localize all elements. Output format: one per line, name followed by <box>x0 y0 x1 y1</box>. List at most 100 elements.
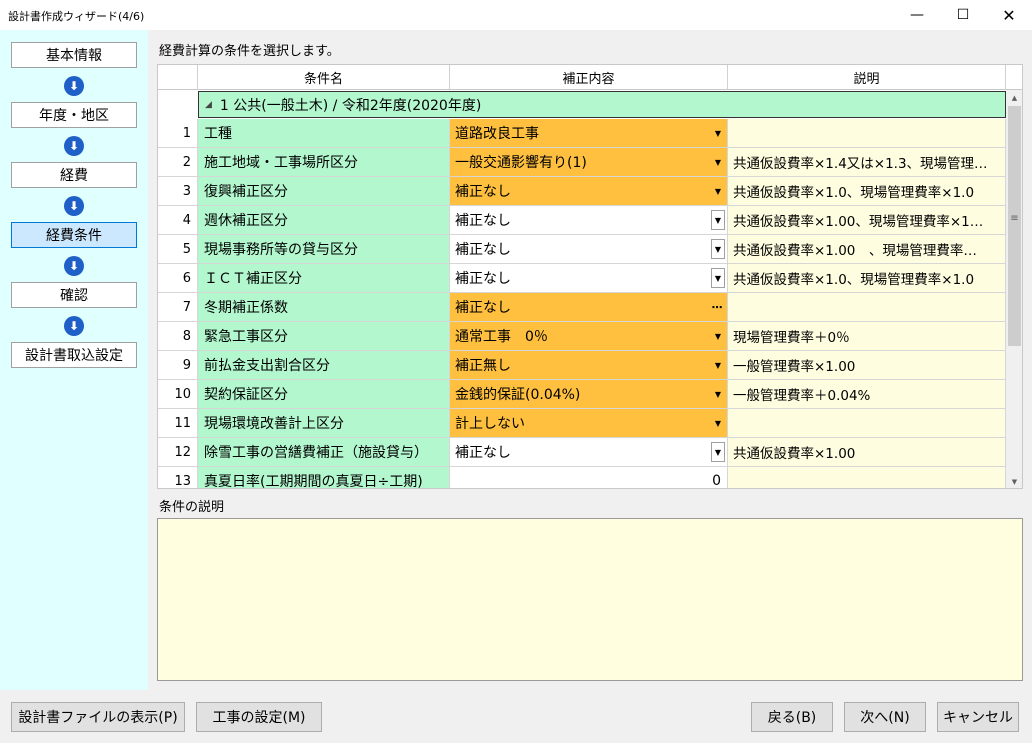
table-row[interactable]: 5 現場事務所等の貸与区分 補正なし ▼ 共通仮設費率×1.00 、現場管理費率… <box>158 235 1006 264</box>
correction-value-cell[interactable]: 通常工事 0％ ▼ <box>450 322 728 351</box>
condition-name-cell: 施工地域・工事場所区分 <box>198 148 450 177</box>
correction-value-cell[interactable]: 補正なし ▼ <box>450 206 728 235</box>
correction-value-cell[interactable]: 補正なし ▼ <box>450 177 728 206</box>
table-row[interactable]: 3 復興補正区分 補正なし ▼ 共通仮設費率×1.0、現場管理費率×1.0 <box>158 177 1006 206</box>
wizard-steps-panel: 基本情報 ⬇ 年度・地区 ⬇ 経費 ⬇ 経費条件 ⬇ 確認 ⬇ 設計書取込設定 <box>0 30 148 690</box>
header-description[interactable]: 説明 <box>728 65 1006 90</box>
correction-value-text: 金銭的保証(0.04%) <box>455 387 581 403</box>
correction-value-text: 一般交通影響有り(1) <box>455 155 587 171</box>
work-settings-button[interactable]: 工事の設定(M) <box>196 702 322 732</box>
dropdown-arrow-icon[interactable]: ▼ <box>711 181 725 201</box>
grip-icon: ≡ <box>1010 213 1019 224</box>
table-row[interactable]: 7 冬期補正係数 補正なし ⋯ <box>158 293 1006 322</box>
description-cell <box>728 119 1006 148</box>
correction-value-text: 補正なし <box>455 445 511 461</box>
description-cell: 共通仮設費率×1.00、現場管理費率×1… <box>728 206 1006 235</box>
arrow-down-icon: ⬇ <box>64 76 84 96</box>
condition-name-cell: 現場環境改善計上区分 <box>198 409 450 438</box>
table-row[interactable]: 4 週休補正区分 補正なし ▼ 共通仮設費率×1.00、現場管理費率×1… <box>158 206 1006 235</box>
dropdown-arrow-icon[interactable]: ▼ <box>711 152 725 172</box>
row-number: 12 <box>158 438 198 467</box>
description-cell: 共通仮設費率×1.00 <box>728 438 1006 467</box>
table-row[interactable]: 10 契約保証区分 金銭的保証(0.04%) ▼ 一般管理費率＋0.04% <box>158 380 1006 409</box>
dropdown-arrow-icon[interactable]: ▼ <box>711 123 725 143</box>
correction-value-cell[interactable]: 道路改良工事 ▼ <box>450 119 728 148</box>
correction-value-text: 通常工事 0％ <box>455 329 548 345</box>
dropdown-arrow-icon[interactable]: ▼ <box>711 413 725 433</box>
row-number: 10 <box>158 380 198 409</box>
description-cell: 共通仮設費率×1.00 、現場管理費率… <box>728 235 1006 264</box>
condition-name-cell: 緊急工事区分 <box>198 322 450 351</box>
step-expense-conditions[interactable]: 経費条件 <box>11 222 137 248</box>
condition-name-cell: 除雪工事の営繕費補正（施設貸与） <box>198 438 450 467</box>
row-number: 2 <box>158 148 198 177</box>
arrow-down-icon: ⬇ <box>64 196 84 216</box>
correction-value-text: 補正なし <box>455 184 511 200</box>
dropdown-arrow-icon[interactable]: ▼ <box>711 239 725 259</box>
correction-value-text: 補正なし <box>455 300 511 316</box>
group-label: 1 公共(一般土木) / 令和2年度(2020年度) <box>219 97 482 114</box>
header-correction[interactable]: 補正内容 <box>450 65 728 90</box>
table-row[interactable]: 8 緊急工事区分 通常工事 0％ ▼ 現場管理費率＋0％ <box>158 322 1006 351</box>
conditions-grid: 条件名 補正内容 説明 ◢ 1 公共(一般土木) / 令和2年度(2020年度)… <box>157 64 1023 489</box>
next-button[interactable]: 次へ(N) <box>844 702 926 732</box>
minimize-button[interactable]: — <box>894 0 940 30</box>
dropdown-arrow-icon[interactable]: ▼ <box>711 355 725 375</box>
correction-value-cell[interactable]: 0 <box>450 467 728 488</box>
description-cell: 共通仮設費率×1.0、現場管理費率×1.0 <box>728 177 1006 206</box>
correction-value-cell[interactable]: 補正なし ▼ <box>450 438 728 467</box>
row-number: 6 <box>158 264 198 293</box>
correction-value-cell[interactable]: 補正なし ▼ <box>450 264 728 293</box>
dropdown-arrow-icon[interactable]: ▼ <box>711 268 725 288</box>
table-row[interactable]: 9 前払金支出割合区分 補正無し ▼ 一般管理費率×1.00 <box>158 351 1006 380</box>
correction-value-cell[interactable]: 補正なし ⋯ <box>450 293 728 322</box>
description-cell: 現場管理費率＋0％ <box>728 322 1006 351</box>
header-row-number <box>158 65 198 90</box>
scroll-thumb[interactable] <box>1008 106 1021 346</box>
step-expenses[interactable]: 経費 <box>11 162 137 188</box>
step-basic-info[interactable]: 基本情報 <box>11 42 137 68</box>
show-file-button[interactable]: 設計書ファイルの表示(P) <box>11 702 185 732</box>
table-row[interactable]: 1 工種 道路改良工事 ▼ <box>158 119 1006 148</box>
cancel-button[interactable]: キャンセル <box>937 702 1019 732</box>
dropdown-arrow-icon[interactable]: ▼ <box>711 210 725 230</box>
step-import-settings[interactable]: 設計書取込設定 <box>11 342 137 368</box>
collapse-triangle-icon[interactable]: ◢ <box>205 100 212 110</box>
dropdown-arrow-icon[interactable]: ▼ <box>711 442 725 462</box>
table-row[interactable]: 12 除雪工事の営繕費補正（施設貸与） 補正なし ▼ 共通仮設費率×1.00 <box>158 438 1006 467</box>
scroll-down-icon[interactable]: ▼ <box>1006 474 1022 488</box>
scroll-up-icon[interactable]: ▲ <box>1006 90 1022 106</box>
description-cell <box>728 293 1006 322</box>
table-row[interactable]: 13 真夏日率(工期期間の真夏日÷工期) 0 <box>158 467 1006 488</box>
row-number: 3 <box>158 177 198 206</box>
row-number: 5 <box>158 235 198 264</box>
description-box <box>157 518 1023 681</box>
condition-name-cell: 真夏日率(工期期間の真夏日÷工期) <box>198 467 450 488</box>
step-confirm[interactable]: 確認 <box>11 282 137 308</box>
correction-value-cell[interactable]: 一般交通影響有り(1) ▼ <box>450 148 728 177</box>
close-button[interactable]: ✕ <box>986 0 1032 30</box>
table-row[interactable]: 11 現場環境改善計上区分 計上しない ▼ <box>158 409 1006 438</box>
dropdown-arrow-icon[interactable]: ▼ <box>711 384 725 404</box>
correction-value-cell[interactable]: 補正なし ▼ <box>450 235 728 264</box>
table-row[interactable]: 2 施工地域・工事場所区分 一般交通影響有り(1) ▼ 共通仮設費率×1.4又は×1.3… <box>158 148 1006 177</box>
correction-value-cell[interactable]: 補正無し ▼ <box>450 351 728 380</box>
row-number: 4 <box>158 206 198 235</box>
maximize-button[interactable]: ☐ <box>940 0 986 30</box>
correction-value-cell[interactable]: 計上しない ▼ <box>450 409 728 438</box>
row-number: 13 <box>158 467 198 488</box>
row-number: 7 <box>158 293 198 322</box>
header-condition-name[interactable]: 条件名 <box>198 65 450 90</box>
correction-value-cell[interactable]: 金銭的保証(0.04%) ▼ <box>450 380 728 409</box>
ellipsis-button[interactable]: ⋯ <box>710 297 724 317</box>
row-number: 1 <box>158 119 198 148</box>
back-button[interactable]: 戻る(B) <box>751 702 833 732</box>
vertical-scrollbar[interactable]: ▲ ≡ ▼ <box>1006 90 1022 488</box>
table-row[interactable]: 6 ＩＣＴ補正区分 補正なし ▼ 共通仮設費率×1.0、現場管理費率×1.0 <box>158 264 1006 293</box>
description-cell: 一般管理費率＋0.04% <box>728 380 1006 409</box>
description-cell <box>728 467 1006 488</box>
dropdown-arrow-icon[interactable]: ▼ <box>711 326 725 346</box>
row-number: 9 <box>158 351 198 380</box>
step-year-region[interactable]: 年度・地区 <box>11 102 137 128</box>
group-row[interactable]: ◢ 1 公共(一般土木) / 令和2年度(2020年度) <box>198 91 1006 118</box>
